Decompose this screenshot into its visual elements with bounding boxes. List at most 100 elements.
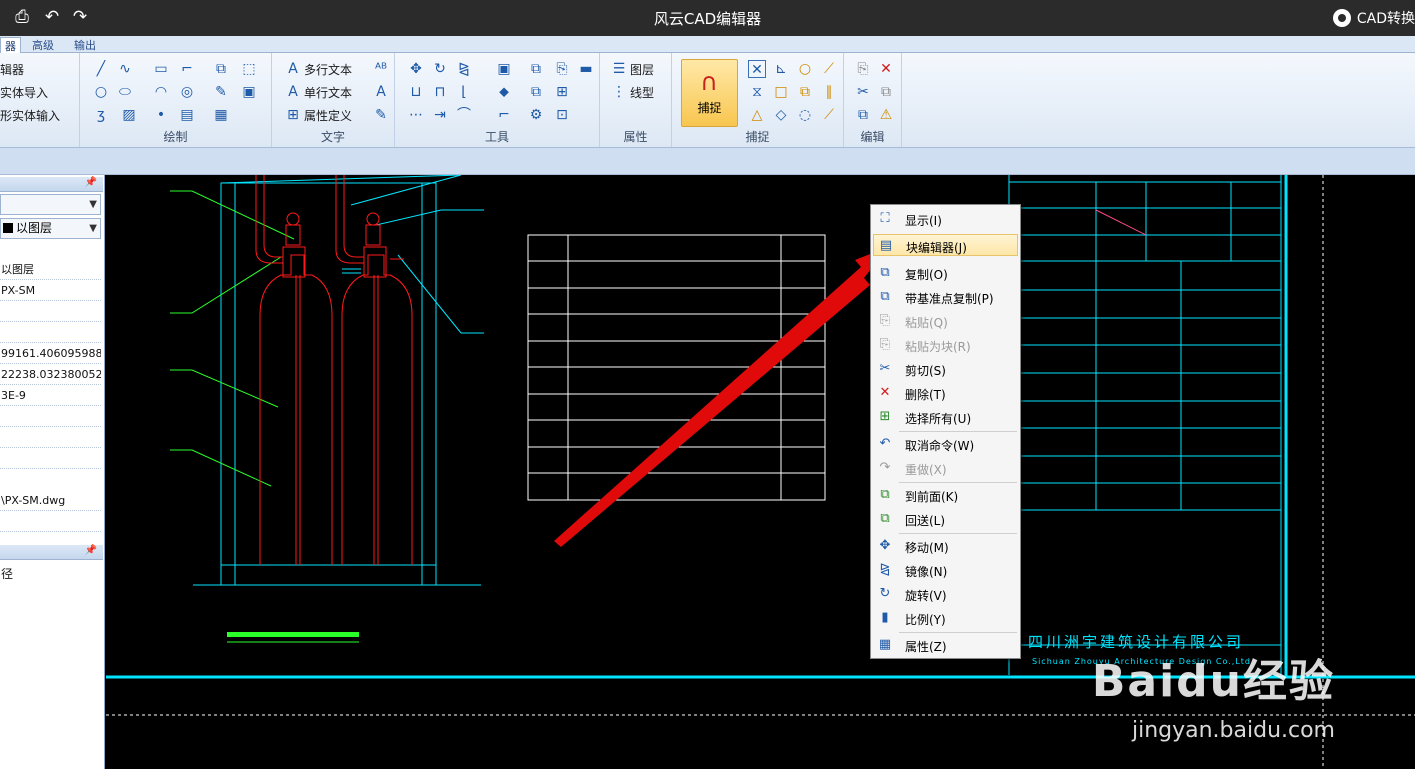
- pin-icon[interactable]: 📌: [85, 177, 97, 188]
- rotate-tool-icon[interactable]: ↻: [431, 60, 449, 78]
- snap-triangle-icon[interactable]: △: [748, 106, 766, 124]
- snap-square-icon[interactable]: □: [772, 83, 790, 101]
- edit-text-icon[interactable]: ✎: [372, 106, 390, 124]
- offset-tool-icon[interactable]: ⬥: [495, 83, 513, 101]
- hatch-icon[interactable]: ▨: [120, 106, 138, 124]
- move-tool-icon[interactable]: ✥: [407, 60, 425, 78]
- table-icon[interactable]: ▦: [212, 106, 230, 124]
- chamfer-tool-icon[interactable]: ⌊: [455, 83, 473, 101]
- menu-item-block-editor[interactable]: ▤ 块编辑器(J): [873, 234, 1018, 256]
- clean-ribbon-icon[interactable]: ⚠: [877, 106, 895, 124]
- join-tool-icon[interactable]: ⋯: [407, 106, 425, 124]
- snap-button[interactable]: ∩ 捕捉: [681, 59, 738, 127]
- menu-item-undo[interactable]: ↶ 取消命令(W): [873, 433, 1018, 455]
- snap-extension-icon[interactable]: ⟋: [820, 106, 838, 124]
- prop-row[interactable]: [0, 406, 101, 427]
- measure-tool-icon[interactable]: ⊡: [553, 106, 571, 124]
- prop-row[interactable]: [0, 301, 101, 322]
- pin-icon[interactable]: 📌: [85, 545, 97, 556]
- explode-tool-icon[interactable]: ▬: [577, 60, 595, 78]
- polyline-icon[interactable]: ⌐: [178, 60, 196, 78]
- ribbon-item-shape-input[interactable]: 形实体输入: [0, 107, 60, 124]
- prop-row[interactable]: [0, 511, 101, 532]
- tab-editor[interactable]: 器: [0, 37, 21, 53]
- prop-row[interactable]: 3E-9: [0, 385, 101, 406]
- menu-item-copy-base[interactable]: ⧉ 带基准点复制(P): [873, 286, 1018, 308]
- copy-tool-icon[interactable]: ⧉: [527, 60, 545, 78]
- group-tool-icon[interactable]: ⚙: [527, 106, 545, 124]
- menu-item-send-back[interactable]: ⧉ 回送(L): [873, 508, 1018, 530]
- snap-endpoint-icon[interactable]: ✕: [748, 60, 766, 78]
- prop-row[interactable]: 以图层: [0, 259, 101, 280]
- donut-icon[interactable]: ◎: [178, 83, 196, 101]
- prop-row[interactable]: [0, 322, 101, 343]
- menu-item-mirror[interactable]: ⧎ 镜像(N): [873, 559, 1018, 581]
- rectangle-icon[interactable]: ▭: [152, 60, 170, 78]
- point-array-icon[interactable]: ⬚: [240, 60, 258, 78]
- prop-row[interactable]: \PX-SM.dwg: [0, 490, 101, 511]
- image-icon[interactable]: ▤: [178, 106, 196, 124]
- helix-icon[interactable]: ʒ: [92, 106, 110, 124]
- menu-item-copy[interactable]: ⧉ 复制(O): [873, 262, 1018, 284]
- lower-panel-item[interactable]: 径: [1, 565, 13, 582]
- block-tool-icon[interactable]: ▣: [495, 60, 513, 78]
- color-combo[interactable]: 以图层 ▼: [0, 218, 101, 239]
- snap-nearest-icon[interactable]: ◌: [796, 106, 814, 124]
- menu-item-paste[interactable]: ⎘ 粘贴(Q): [873, 310, 1018, 332]
- array-tool-icon[interactable]: ⧉: [527, 83, 545, 101]
- dtext-button[interactable]: 单行文本: [304, 84, 352, 101]
- prop-row[interactable]: 22238.032380052: [0, 364, 101, 385]
- break-tool-icon[interactable]: ⇥: [431, 106, 449, 124]
- prop-row[interactable]: [0, 448, 101, 469]
- menu-item-properties[interactable]: ▦ 属性(Z): [873, 634, 1018, 656]
- spellcheck-icon[interactable]: ᴬᴮ: [372, 60, 390, 78]
- insert-tool-icon[interactable]: ⎘: [553, 60, 571, 78]
- prop-row[interactable]: [0, 427, 101, 448]
- trim-tool-icon[interactable]: ⊔: [407, 83, 425, 101]
- tab-output[interactable]: 输出: [70, 37, 100, 53]
- attdef-button[interactable]: 属性定义: [304, 107, 352, 124]
- copy-base-ribbon-icon[interactable]: ⧉: [854, 106, 872, 124]
- ribbon-item-editor[interactable]: 辑器: [0, 61, 24, 78]
- dot-icon[interactable]: •: [152, 106, 170, 124]
- spline-icon[interactable]: ∿: [116, 60, 134, 78]
- menu-item-cut[interactable]: ✂ 剪切(S): [873, 358, 1018, 380]
- text-style-icon[interactable]: A: [372, 83, 390, 101]
- snap-diamond-icon[interactable]: ◇: [772, 106, 790, 124]
- line-icon[interactable]: ╱: [92, 60, 110, 78]
- snap-overlap-icon[interactable]: ⧉: [796, 83, 814, 101]
- region-icon[interactable]: ⧉: [212, 60, 230, 78]
- snap-perpendicular-icon[interactable]: ⊾: [772, 60, 790, 78]
- copy-ribbon-icon[interactable]: ⧉: [877, 83, 895, 101]
- snap-tangent-icon[interactable]: ⟋: [820, 60, 838, 78]
- paste-ribbon-icon[interactable]: ⎘: [854, 60, 872, 78]
- snap-parallel-icon[interactable]: ∥: [820, 83, 838, 101]
- menu-item-rotate[interactable]: ↻ 旋转(V): [873, 583, 1018, 605]
- menu-item-display[interactable]: ⛶ 显示(I): [873, 208, 1018, 230]
- stretch-tool-icon[interactable]: ⊞: [553, 83, 571, 101]
- mtext-button[interactable]: 多行文本: [304, 61, 352, 78]
- snap-circle-icon[interactable]: ○: [796, 60, 814, 78]
- linetype-button[interactable]: 线型: [630, 84, 654, 101]
- menu-item-move[interactable]: ✥ 移动(M): [873, 535, 1018, 557]
- prop-row[interactable]: PX-SM: [0, 280, 101, 301]
- circle-icon[interactable]: ○: [92, 83, 110, 101]
- menu-item-scale[interactable]: ▮ 比例(Y): [873, 607, 1018, 629]
- menu-item-bring-front[interactable]: ⧉ 到前面(K): [873, 484, 1018, 506]
- fillet-tool-icon[interactable]: ⌒: [455, 106, 473, 124]
- menu-item-select-all[interactable]: ⊞ 选择所有(U): [873, 406, 1018, 428]
- ellipse-icon[interactable]: ⬭: [116, 83, 134, 101]
- layers-button[interactable]: 图层: [630, 61, 654, 78]
- lengthen-tool-icon[interactable]: ⌐: [495, 106, 513, 124]
- cut-ribbon-icon[interactable]: ✂: [854, 83, 872, 101]
- arc-icon[interactable]: ◠: [152, 83, 170, 101]
- tab-advanced[interactable]: 高级: [28, 37, 58, 53]
- prop-row[interactable]: 99161.406095988: [0, 343, 101, 364]
- menu-item-redo[interactable]: ↷ 重做(X): [873, 457, 1018, 479]
- delete-ribbon-icon[interactable]: ✕: [877, 60, 895, 78]
- ribbon-item-import[interactable]: 实体导入: [0, 84, 48, 101]
- drawing-canvas[interactable]: 四川洲宇建筑设计有限公司 Sichuan Zhouyu Architecture…: [106, 175, 1415, 769]
- entity-combo[interactable]: ▼: [0, 194, 101, 215]
- pen-icon[interactable]: ✎: [212, 83, 230, 101]
- shape-icon[interactable]: ▣: [240, 83, 258, 101]
